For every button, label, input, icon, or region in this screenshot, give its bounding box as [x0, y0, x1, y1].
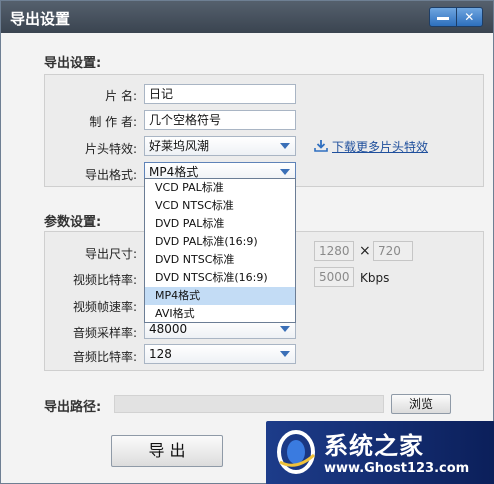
close-icon: ✕ [464, 10, 475, 24]
intro-effect-select[interactable]: 好莱坞风潮 [144, 136, 296, 156]
video-framerate-label: 视频帧速率: [72, 300, 137, 314]
export-path-label: 导出路径: [44, 400, 102, 415]
format-option[interactable]: AVI格式 [145, 305, 295, 323]
format-option[interactable]: VCD PAL标准 [145, 179, 295, 197]
export-path-field[interactable] [114, 395, 384, 413]
format-option[interactable]: DVD NTSC标准(16:9) [145, 269, 295, 287]
format-option[interactable]: VCD NTSC标准 [145, 197, 295, 215]
params-section-title: 参数设置: [44, 215, 102, 230]
format-label: 导出格式: [84, 168, 137, 182]
close-button[interactable]: ✕ [457, 8, 483, 26]
export-button[interactable]: 导 出 [111, 435, 223, 467]
globe-logo-icon [277, 430, 315, 474]
export-section-title: 导出设置: [44, 56, 102, 71]
browse-button[interactable]: 浏览 [391, 394, 451, 414]
export-settings-window: 导出设置 ✕ 导出设置: 片 名: 日记 制 作 者: 几个空格符号 片头特效:… [0, 0, 494, 484]
audio-bitrate-select[interactable]: 128 [144, 344, 296, 364]
format-value: MP4格式 [149, 165, 199, 179]
watermark-url: www.Ghost123.com [324, 461, 470, 476]
download-more-effects-link[interactable]: 下载更多片头特效 [332, 138, 428, 155]
audio-bitrate-value: 128 [149, 347, 172, 361]
video-bitrate-unit: Kbps [360, 271, 390, 285]
format-option[interactable]: DVD PAL标准 [145, 215, 295, 233]
times-sign: × [359, 243, 371, 259]
export-size-label: 导出尺寸: [84, 247, 137, 261]
name-label: 片 名: [105, 89, 137, 103]
chevron-down-icon [280, 169, 290, 175]
minimize-icon [436, 17, 449, 20]
watermark-logo: 系统之家 www.Ghost123.com [266, 421, 494, 484]
chevron-down-icon [280, 326, 290, 332]
author-input[interactable]: 几个空格符号 [144, 110, 296, 130]
format-option[interactable]: DVD NTSC标准 [145, 251, 295, 269]
format-dropdown-list: VCD PAL标准 VCD NTSC标准 DVD PAL标准 DVD PAL标准(16… [144, 178, 296, 323]
chevron-down-icon [280, 351, 290, 357]
intro-effect-label: 片头特效: [84, 142, 137, 156]
format-option[interactable]: MP4格式 [145, 287, 295, 305]
title-bar: 导出设置 ✕ [1, 1, 493, 33]
minimize-button[interactable] [430, 8, 457, 26]
watermark-title: 系统之家 [324, 432, 424, 460]
format-option[interactable]: DVD PAL标准(16:9) [145, 233, 295, 251]
height-input[interactable]: 720 [373, 241, 413, 261]
video-bitrate-input[interactable]: 5000 [314, 267, 354, 287]
window-controls: ✕ [429, 7, 483, 27]
video-bitrate-label: 视频比特率: [72, 273, 137, 287]
name-input[interactable]: 日记 [144, 84, 296, 104]
chevron-down-icon [280, 143, 290, 149]
author-label: 制 作 者: [89, 115, 137, 129]
audio-samplerate-value: 48000 [149, 322, 188, 336]
audio-samplerate-label: 音频采样率: [72, 326, 137, 340]
window-title: 导出设置 [10, 10, 71, 28]
download-icon [314, 140, 328, 152]
intro-effect-value: 好莱坞风潮 [149, 139, 210, 153]
width-input[interactable]: 1280 [314, 241, 354, 261]
audio-bitrate-label: 音频比特率: [72, 350, 137, 364]
